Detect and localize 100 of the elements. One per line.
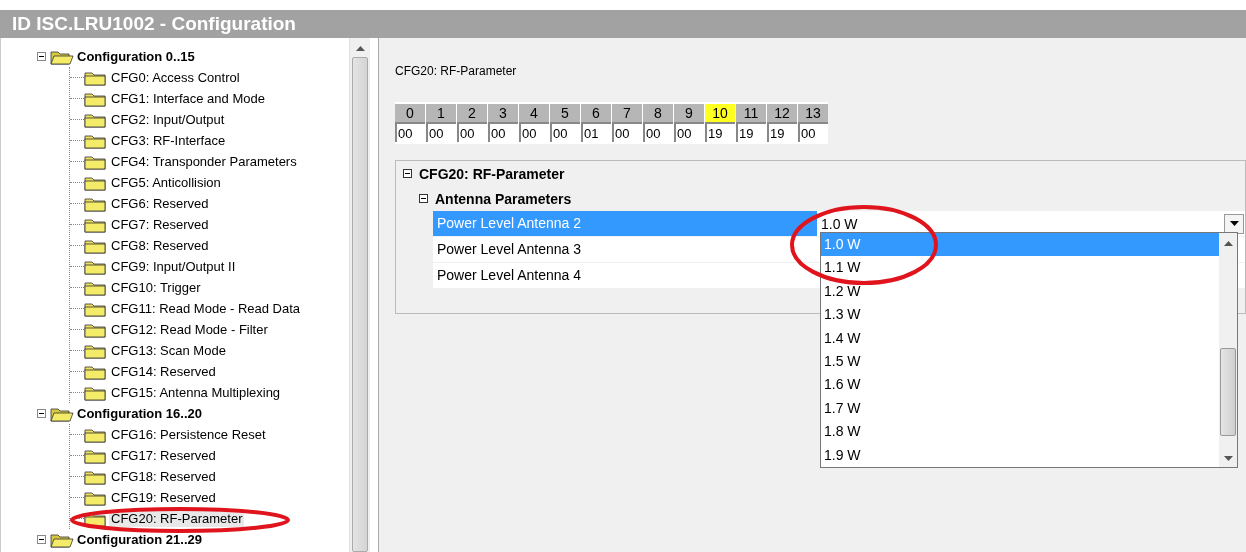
dropdown-option[interactable]: 1.2 W	[821, 279, 1219, 304]
collapse-toggle[interactable]	[419, 194, 428, 203]
folder-icon	[84, 468, 106, 485]
folder-icon	[84, 258, 106, 275]
folder-icon	[84, 342, 106, 359]
caret-icon	[1229, 221, 1239, 226]
byte-index[interactable]: 2	[457, 104, 487, 122]
byte-value-field[interactable]: 19	[736, 122, 766, 142]
open-folder-icon	[50, 48, 74, 65]
dropdown-option[interactable]: 1.6 W	[821, 373, 1219, 397]
byte-index[interactable]: 0	[395, 104, 425, 122]
tree-item[interactable]: CFG17: Reserved	[109, 447, 218, 464]
down-arrow-icon[interactable]	[1223, 456, 1233, 461]
tree-item[interactable]: CFG6: Reserved	[109, 195, 211, 212]
tree-group-label[interactable]: Configuration 16..20	[77, 406, 202, 421]
byte-index[interactable]: 10	[705, 104, 735, 122]
folder-icon	[84, 132, 106, 149]
byte-index[interactable]: 5	[550, 104, 580, 122]
property-name[interactable]: Power Level Antenna 3	[433, 237, 817, 262]
folder-icon	[84, 153, 106, 170]
vertical-scrollbar[interactable]	[1219, 233, 1237, 467]
folder-icon	[84, 174, 106, 191]
scrollbar-thumb[interactable]	[352, 57, 369, 552]
open-folder-icon	[50, 531, 74, 548]
category-label: CFG20: RF-Parameter	[419, 165, 565, 182]
open-folder-icon	[50, 405, 74, 422]
byte-value-field[interactable]: 00	[426, 122, 456, 142]
dropdown-option[interactable]: 1.7 W	[821, 396, 1219, 421]
tree-item[interactable]: CFG0: Access Control	[109, 69, 242, 86]
byte-value-field[interactable]: 00	[519, 122, 549, 142]
tree-item[interactable]: CFG18: Reserved	[109, 468, 218, 485]
folder-icon	[84, 195, 106, 212]
tree-item[interactable]: CFG9: Input/Output II	[109, 258, 238, 275]
collapse-toggle[interactable]	[403, 169, 412, 178]
byte-value-field[interactable]: 19	[767, 122, 797, 142]
dropdown-option[interactable]: 1.3 W	[821, 303, 1219, 327]
tree-item[interactable]: CFG14: Reserved	[109, 363, 218, 380]
folder-icon	[84, 237, 106, 254]
byte-value-field[interactable]: 00	[674, 122, 704, 142]
folder-icon	[84, 489, 106, 506]
collapse-toggle[interactable]	[37, 535, 46, 544]
byte-index[interactable]: 13	[798, 104, 828, 122]
tree-item[interactable]: CFG1: Interface and Mode	[109, 90, 267, 107]
vertical-scrollbar[interactable]	[349, 38, 371, 552]
collapse-toggle[interactable]	[37, 52, 46, 61]
byte-value-field[interactable]: 00	[643, 122, 673, 142]
byte-index[interactable]: 12	[767, 104, 797, 122]
byte-index[interactable]: 7	[612, 104, 642, 122]
tree-item[interactable]: CFG13: Scan Mode	[109, 342, 228, 359]
tree-item[interactable]: CFG10: Trigger	[109, 279, 203, 296]
byte-value-field[interactable]: 00	[488, 122, 518, 142]
section-title: CFG20: RF-Parameter	[395, 64, 518, 80]
byte-index[interactable]: 8	[643, 104, 673, 122]
collapse-toggle[interactable]	[37, 409, 46, 418]
tree-item[interactable]: CFG11: Read Mode - Read Data	[109, 300, 303, 317]
tree-group-label[interactable]: Configuration 21..29	[77, 532, 202, 547]
byte-value-field[interactable]: 00	[612, 122, 642, 142]
byte-index[interactable]: 4	[519, 104, 549, 122]
byte-value-field[interactable]: 01	[581, 122, 611, 142]
dropdown-option[interactable]: 1.4 W	[821, 326, 1219, 350]
byte-index[interactable]: 11	[736, 104, 766, 122]
byte-index[interactable]: 6	[581, 104, 611, 122]
dropdown-option[interactable]: 1.8 W	[821, 420, 1219, 444]
tree-item[interactable]: CFG15: Antenna Multiplexing	[109, 384, 283, 401]
tree-item[interactable]: CFG4: Transponder Parameters	[109, 153, 299, 170]
folder-icon	[84, 363, 106, 380]
tree-item[interactable]: CFG8: Reserved	[109, 237, 211, 254]
byte-index[interactable]: 1	[426, 104, 456, 122]
dropdown-option[interactable]: 1.9 W	[821, 443, 1219, 467]
tree-item[interactable]: CFG16: Persistence Reset	[109, 426, 268, 443]
folder-icon	[84, 279, 106, 296]
scrollbar-thumb[interactable]	[1220, 348, 1236, 436]
tree-item[interactable]: CFG7: Reserved	[109, 216, 211, 233]
tree-item[interactable]: CFG3: RF-Interface	[109, 132, 228, 149]
up-arrow-icon[interactable]	[355, 46, 365, 51]
byte-value-field[interactable]: 00	[798, 122, 828, 142]
dropdown-option[interactable]: 1.5 W	[821, 349, 1219, 374]
tree-item[interactable]: CFG19: Reserved	[109, 489, 218, 506]
tree-group-label[interactable]: Configuration 0..15	[77, 49, 195, 64]
property-name[interactable]: Power Level Antenna 4	[433, 263, 817, 288]
category-label: Antenna Parameters	[435, 190, 572, 207]
folder-icon	[84, 321, 106, 338]
folder-icon	[84, 300, 106, 317]
byte-index[interactable]: 9	[674, 104, 704, 122]
folder-icon	[84, 426, 106, 443]
window-title: ID ISC.LRU1002 - Configuration	[12, 13, 296, 35]
byte-value-field[interactable]: 00	[395, 122, 425, 142]
tree-item[interactable]: CFG5: Anticollision	[109, 174, 223, 191]
folder-icon	[84, 216, 106, 233]
byte-value-field[interactable]: 19	[705, 122, 735, 142]
tree-item[interactable]: CFG12: Read Mode - Filter	[109, 321, 270, 338]
dropdown-option[interactable]: 1.1 W	[821, 256, 1219, 280]
up-arrow-icon[interactable]	[1223, 241, 1233, 246]
byte-value-field[interactable]: 00	[550, 122, 580, 142]
folder-icon	[84, 447, 106, 464]
tree-item[interactable]: CFG2: Input/Output	[109, 111, 227, 128]
folder-icon	[84, 69, 106, 86]
folder-icon	[84, 111, 106, 128]
byte-value-field[interactable]: 00	[457, 122, 487, 142]
byte-index[interactable]: 3	[488, 104, 518, 122]
